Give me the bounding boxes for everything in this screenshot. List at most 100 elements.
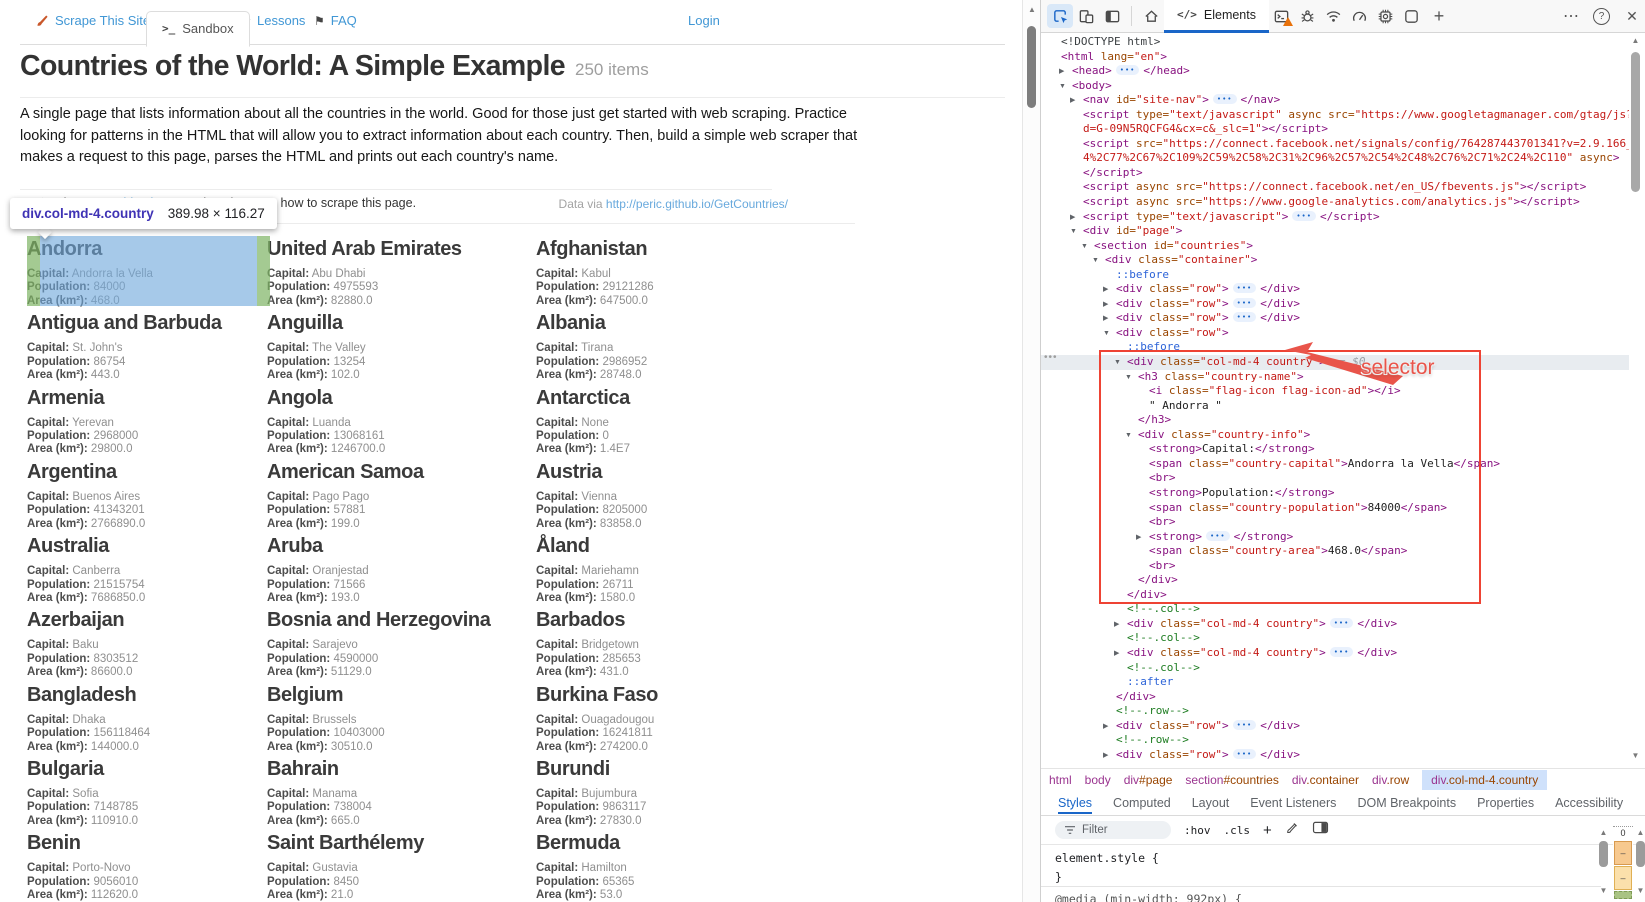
breadcrumb-item[interactable]: body bbox=[1085, 773, 1111, 787]
console-warning-icon[interactable] bbox=[1269, 4, 1295, 28]
inline-expand-icon[interactable]: ••• bbox=[1213, 94, 1237, 104]
element-class-toggle[interactable]: .cls bbox=[1224, 824, 1251, 837]
dom-node-line[interactable]: <br> bbox=[1041, 471, 1629, 486]
dom-node-line[interactable]: <br> bbox=[1041, 559, 1629, 574]
page-scrollbar-thumb[interactable] bbox=[1027, 26, 1036, 108]
dom-tree-scrollbar[interactable]: ▲ ▼ bbox=[1629, 36, 1642, 764]
dom-node-line[interactable]: ::after bbox=[1041, 675, 1629, 690]
styles-scrollbar-thumb[interactable] bbox=[1599, 841, 1608, 867]
nav-brand-link[interactable]: Scrape This Site bbox=[36, 13, 150, 28]
nav-faq-link[interactable]: ⚑ FAQ bbox=[314, 13, 357, 28]
inline-expand-icon[interactable]: ••• bbox=[1116, 65, 1140, 75]
dom-node-line[interactable]: ▼<div class="country-info"> bbox=[1041, 428, 1629, 443]
dom-node-line[interactable]: <script type="text/javascript" async src… bbox=[1041, 108, 1629, 123]
dom-node-line[interactable]: ::before bbox=[1041, 340, 1629, 355]
inspect-element-icon[interactable] bbox=[1047, 4, 1073, 28]
tab-styles[interactable]: Styles bbox=[1058, 796, 1092, 814]
dom-node-line[interactable]: </h3> bbox=[1041, 413, 1629, 428]
dom-node-line[interactable]: <span class="country-capital">Andorra la… bbox=[1041, 457, 1629, 472]
pseudo-state-toggle[interactable]: :hov bbox=[1184, 824, 1211, 837]
dom-node-line[interactable]: ▶<strong>•••</strong> bbox=[1041, 530, 1629, 545]
dom-node-line[interactable]: ▶<nav id="site-nav">•••</nav> bbox=[1041, 93, 1629, 108]
dom-node-line[interactable]: ▶<div class="row">•••</div> bbox=[1041, 748, 1629, 763]
page-scrollbar[interactable]: ▲ bbox=[1022, 0, 1041, 902]
scroll-down-icon[interactable]: ▼ bbox=[1634, 886, 1645, 895]
breadcrumb-item[interactable]: section#countries bbox=[1185, 773, 1278, 787]
dom-node-line[interactable]: <script async src="https://www.google-an… bbox=[1041, 195, 1629, 210]
dom-node-line[interactable]: </script> bbox=[1041, 166, 1629, 181]
dom-node-line[interactable]: ▼<div class="col-md-4 country"> == $0 bbox=[1041, 355, 1629, 370]
tab-elements[interactable]: </> Elements bbox=[1164, 0, 1269, 33]
more-options-icon[interactable]: ⋯ bbox=[1557, 6, 1585, 26]
add-tools-icon[interactable]: + bbox=[1425, 6, 1453, 27]
dom-node-line[interactable]: " Andorra " bbox=[1041, 399, 1629, 414]
inline-expand-icon[interactable]: ••• bbox=[1206, 531, 1230, 541]
dom-node-line[interactable]: ▶<div class="row">•••</div> bbox=[1041, 719, 1629, 734]
dom-node-line[interactable]: <strong>Capital:</strong> bbox=[1041, 442, 1629, 457]
inline-expand-icon[interactable]: ••• bbox=[1233, 720, 1257, 730]
dom-node-line[interactable]: ▶<head>•••</head> bbox=[1041, 64, 1629, 79]
dom-node-line[interactable]: ▼<div id="page"> bbox=[1041, 224, 1629, 239]
network-icon[interactable] bbox=[1321, 4, 1347, 28]
application-icon[interactable] bbox=[1399, 4, 1425, 28]
dom-node-line[interactable]: 4%2C77%2C67%2C109%2C59%2C58%2C31%2C96%2C… bbox=[1041, 151, 1629, 166]
dom-node-line[interactable]: ▶<div class="col-md-4 country">•••</div> bbox=[1041, 646, 1629, 661]
help-icon[interactable]: ? bbox=[1593, 8, 1610, 25]
dom-node-line[interactable]: <strong>Population:</strong> bbox=[1041, 486, 1629, 501]
dom-node-line[interactable]: ▼<h3 class="country-name"> bbox=[1041, 370, 1629, 385]
styles-filter-input[interactable]: Filter bbox=[1055, 821, 1171, 839]
tab-layout[interactable]: Layout bbox=[1192, 796, 1230, 810]
new-style-rule-icon[interactable]: + bbox=[1263, 822, 1272, 839]
breadcrumb-item[interactable]: div.container bbox=[1292, 773, 1359, 787]
dom-tree-scrollbar-thumb[interactable] bbox=[1631, 52, 1640, 192]
scroll-down-icon[interactable]: ▼ bbox=[1629, 751, 1642, 760]
dom-node-line[interactable]: ▼<div class="row"> bbox=[1041, 326, 1629, 341]
dom-node-line[interactable]: ▶<div class="row">•••</div> bbox=[1041, 311, 1629, 326]
dom-node-line[interactable]: <!--.col--> bbox=[1041, 631, 1629, 646]
dom-node-line[interactable]: ::before bbox=[1041, 268, 1629, 283]
breadcrumb-item[interactable]: html bbox=[1049, 773, 1072, 787]
dock-side-icon[interactable] bbox=[1099, 4, 1125, 28]
tab-accessibility[interactable]: Accessibility bbox=[1555, 796, 1623, 810]
dom-node-line[interactable]: ▶<div class="row">•••</div> bbox=[1041, 297, 1629, 312]
dom-node-line[interactable]: </div> bbox=[1041, 588, 1629, 603]
nav-login-link[interactable]: Login bbox=[688, 13, 720, 28]
inline-expand-icon[interactable]: ••• bbox=[1330, 618, 1354, 628]
dom-node-line[interactable]: <span class="country-area">468.0</span> bbox=[1041, 544, 1629, 559]
element-style-rule-open[interactable]: element.style { bbox=[1055, 851, 1159, 865]
performance-icon[interactable] bbox=[1347, 4, 1373, 28]
tab-event-listeners[interactable]: Event Listeners bbox=[1250, 796, 1336, 810]
inline-expand-icon[interactable]: ••• bbox=[1233, 749, 1257, 759]
tab-properties[interactable]: Properties bbox=[1477, 796, 1534, 810]
nav-tab-sandbox[interactable]: >_ Sandbox bbox=[146, 11, 250, 47]
inline-expand-icon[interactable]: ••• bbox=[1233, 312, 1257, 322]
dom-node-line[interactable]: <!DOCTYPE html> bbox=[1041, 35, 1629, 50]
dom-node-line[interactable]: ▼<section id="countries"> bbox=[1041, 239, 1629, 254]
dom-node-line[interactable]: <script async src="https://connect.faceb… bbox=[1041, 180, 1629, 195]
dom-node-line[interactable]: ▼<div class="container"> bbox=[1041, 253, 1629, 268]
tab-computed[interactable]: Computed bbox=[1113, 796, 1171, 810]
boxmodel-scrollbar-thumb[interactable] bbox=[1636, 841, 1645, 867]
styles-scrollbar[interactable]: ▲ ▼ bbox=[1597, 828, 1610, 898]
dom-node-line[interactable]: ▶<div class="col-md-4 country">•••</div> bbox=[1041, 617, 1629, 632]
inline-expand-icon[interactable]: ••• bbox=[1292, 211, 1316, 221]
dom-node-line[interactable]: ▶<div class="row">•••</div> bbox=[1041, 282, 1629, 297]
dom-node-line[interactable]: <html lang="en"> bbox=[1041, 50, 1629, 65]
breadcrumb-item[interactable]: div.row bbox=[1372, 773, 1409, 787]
dom-node-line[interactable]: ▼<body> bbox=[1041, 79, 1629, 94]
boxmodel-scrollbar[interactable]: ▲ ▼ bbox=[1634, 828, 1645, 898]
dom-node-line[interactable]: <!--.col--> bbox=[1041, 661, 1629, 676]
inline-expand-icon[interactable]: ••• bbox=[1330, 647, 1354, 657]
dom-node-line[interactable]: <script src="https://connect.facebook.ne… bbox=[1041, 137, 1629, 152]
scroll-down-icon[interactable]: ▼ bbox=[1597, 886, 1610, 895]
close-devtools-icon[interactable]: ✕ bbox=[1618, 8, 1645, 25]
rendering-brush-icon[interactable] bbox=[1285, 821, 1299, 840]
dom-node-line[interactable]: <span class="country-population">84000</… bbox=[1041, 501, 1629, 516]
breadcrumb-item[interactable]: div#page bbox=[1124, 773, 1173, 787]
dom-node-line[interactable]: <i class="flag-icon flag-icon-ad"></i> bbox=[1041, 384, 1629, 399]
data-source-link[interactable]: http://peric.github.io/GetCountries/ bbox=[606, 197, 788, 211]
dom-node-line[interactable]: <!--.row--> bbox=[1041, 733, 1629, 748]
scroll-up-icon[interactable]: ▲ bbox=[1023, 5, 1041, 14]
node-menu-icon[interactable]: ••• bbox=[1044, 352, 1058, 363]
dom-node-line[interactable]: ▶<script type="text/javascript">•••</scr… bbox=[1041, 210, 1629, 225]
